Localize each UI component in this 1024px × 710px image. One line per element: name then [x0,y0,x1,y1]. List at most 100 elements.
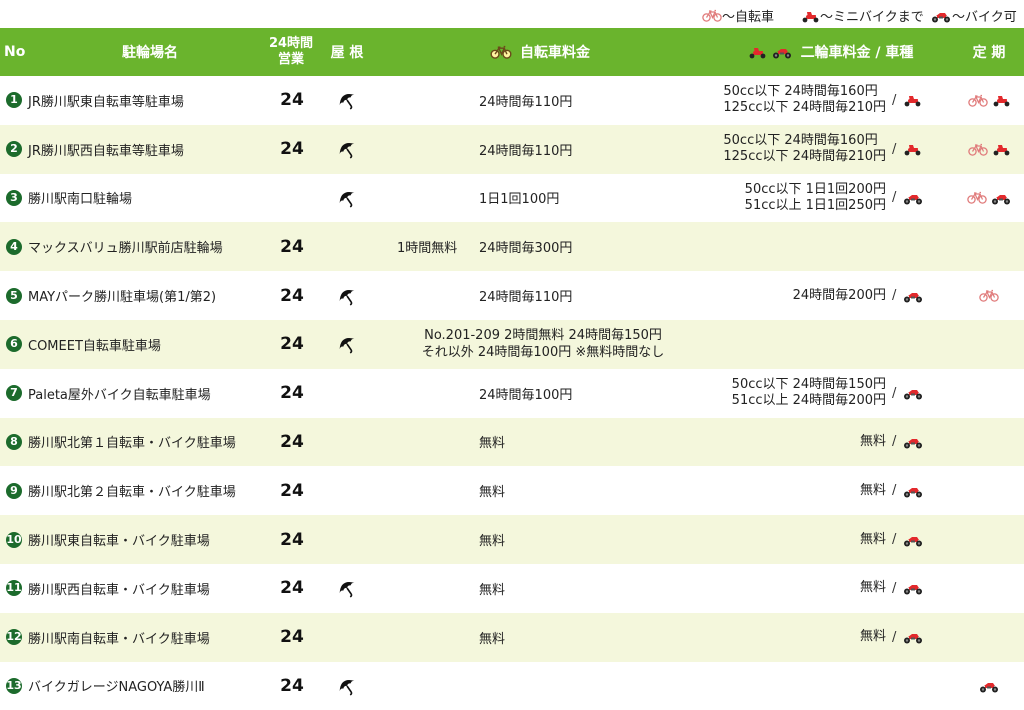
bicycle-fee-line2: それ以外 24時間毎100円 ※無料時間なし [421,345,665,361]
parking-name-cell: 11 勝川駅西自転車・バイク駐車場 [6,564,268,613]
bicycle-fee: 無料 [479,631,506,647]
umbrella-icon [336,675,358,697]
moto-fee-lines: 50cc以下 1日1回200円 51cc以上 1日1回250円 [745,182,886,214]
moto-fee-line2: 51cc以上 1日1回250円 [744,197,886,213]
header-hours-line2: 営業 [277,52,304,67]
moto-fee: 無料 [700,418,886,467]
pass-cell [956,125,1022,174]
open-24h-mark: 24 [280,480,304,501]
moto-fee-lines: 50cc以下 24時間毎160円 125cc以下 24時間毎210円 [723,133,886,165]
open-24h-mark: 24 [280,383,304,404]
roof-cell [330,222,364,271]
table-row: 4 マックスバリュ勝川駅前店駐輪場 24 1時間無料 24時間毎300円 [0,222,1024,272]
open-24h-mark [274,174,310,223]
minibike-icon [902,93,922,107]
motorbike-icon [771,45,793,59]
roof-cell [330,320,364,369]
bicycle-icon [967,143,988,156]
open-24h-mark: 24 [280,627,304,648]
umbrella-icon [336,285,358,307]
legend-minibike-label: ～ミニバイクまで [820,10,924,25]
slash-separator: / [892,288,897,304]
row-number-badge: 4 [6,238,22,255]
header-name: 駐輪場名 [122,45,178,61]
parking-name: 勝川駅南口駐輪場 [28,192,133,208]
parking-name: 勝川駅北第１自転車・バイク駐車場 [28,436,236,452]
table-row: 6 COMEET自転車駐車場 24 No.201-209 2時間無料 24時間毎150… [0,319,1024,369]
bicycle-fee: No.201-209 2時間無料 24時間毎150円 それ以外 24時間毎100円… [398,320,688,369]
table-row: 12 勝川駅南自転車・バイク駐車場 24 無料 無料 / [0,612,1024,662]
moto-fee-line2: 125cc以下 24時間毎210円 [723,100,886,116]
vehicle-type-cell: / [892,369,938,418]
open-24h-mark: 24 [280,285,304,306]
parking-name-cell: 1 JR勝川駅東自転車等駐車場 [6,76,268,125]
moto-fee: 50cc以下 24時間毎150円 51cc以上 24時間毎200円 [700,369,886,418]
slash-separator: / [892,385,897,401]
moto-fee-lines: 無料 [860,629,886,645]
pass-cell [956,662,1022,710]
parking-name-cell: 12 勝川駅南自転車・バイク駐車場 [6,613,268,662]
roof-cell [330,271,364,320]
legend-bike-label: ～バイク可 [952,10,1017,25]
moto-fee-lines: 無料 [860,532,886,548]
moto-fee-lines: 50cc以下 24時間毎150円 51cc以上 24時間毎200円 [732,377,886,409]
parking-name-cell: 7 Paleta屋外バイク自転車駐車場 [6,369,268,418]
row-number-badge: 1 [6,92,22,109]
moto-fee-lines: 無料 [860,483,886,499]
umbrella-icon [336,333,358,355]
motorbike-icon [902,191,924,205]
table-row: 10 勝川駅東自転車・バイク駐車場 24 無料 無料 / [0,515,1024,564]
motorbike-icon [902,630,924,644]
icon-legend: ～自転車 ～ミニバイクまで ～バイク可 [0,0,1024,28]
bicycle-fee-line1: No.201-209 2時間無料 24時間毎150円 [424,328,662,344]
row-number-badge: 9 [6,482,22,499]
bicycle-fee: 無料 [479,485,506,501]
roof-cell [330,466,364,515]
roof-cell [330,369,364,418]
moto-fee-line1: 無料 [859,580,886,596]
parking-name-cell: 9 勝川駅北第２自転車・バイク駐車場 [6,466,268,515]
umbrella-icon [336,187,358,209]
legend-minibike: ～ミニバイクまで [800,6,924,25]
minibike-icon [800,9,820,23]
table-header: No 駐輪場名 24時間 営業 屋 根 自転車料金 二輪車料金 / 車種 定 期 [0,28,1024,76]
minibike-icon [902,142,922,156]
minibike-icon [991,93,1011,107]
minibike-icon [747,45,767,59]
bicycle-fee: 24時間毎110円 [479,290,573,306]
bicycle-icon [966,191,987,205]
parking-name: 勝川駅北第２自転車・バイク駐車場 [28,485,236,501]
row-number-badge: 10 [6,531,22,548]
parking-name: JR勝川駅東自転車等駐車場 [28,94,184,110]
open-24h-mark: 24 [280,90,304,111]
minibike-icon [991,142,1011,156]
parking-name: 勝川駅南自転車・バイク駐車場 [28,631,210,647]
moto-fee-lines: 無料 [860,434,886,450]
parking-name: 勝川駅西自転車・バイク駐車場 [28,582,210,598]
header-hours-line1: 24時間 [268,36,314,51]
slash-separator: / [892,483,897,499]
row-number-badge: 3 [6,189,22,206]
bicycle-fee: 24時間毎110円 [479,143,573,159]
bicycle-icon [979,289,999,302]
vehicle-type-cell: / [892,515,938,564]
row-number-badge: 6 [6,336,22,353]
header-bicycle-fee: 自転車料金 [480,28,600,76]
table-row: 13 バイクガレージNAGOYA勝川Ⅱ 24 [0,662,1024,710]
row-number-badge: 12 [6,629,22,646]
motorbike-icon [930,9,952,23]
moto-fee-line1: 50cc以下 24時間毎160円 [723,84,878,100]
row-number-badge: 11 [6,580,22,597]
parking-name: MAYパーク勝川駐車場(第1/第2) [28,290,217,306]
vehicle-type-cell: / [892,271,938,320]
row-number-badge: 2 [6,141,22,158]
parking-name-cell: 10 勝川駅東自転車・バイク駐車場 [6,515,268,564]
parking-name-cell: 5 MAYパーク勝川駐車場(第1/第2) [6,271,268,320]
roof-cell [330,418,364,467]
legend-bicycle: ～自転車 [702,6,774,25]
vehicle-type-cell: / [892,418,938,467]
pass-cell [956,271,1022,320]
header-roof: 屋 根 [330,45,364,61]
vehicle-type-cell: / [892,613,938,662]
moto-fee: 無料 [700,466,886,515]
